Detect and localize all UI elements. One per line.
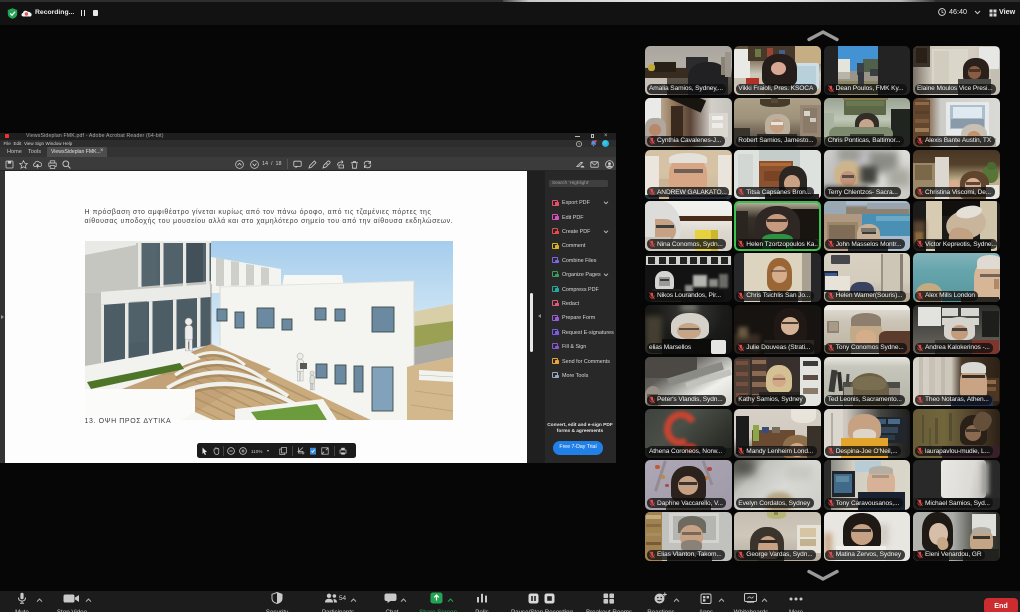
svg-text:?: ? [578, 142, 580, 146]
